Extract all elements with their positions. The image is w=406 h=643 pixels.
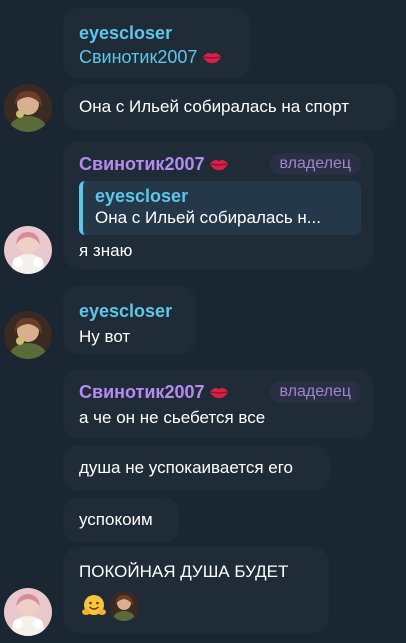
lips-emoji-icon	[203, 53, 222, 64]
sender-name[interactable]: eyescloser	[79, 22, 234, 44]
sender-name[interactable]: eyescloser	[79, 300, 180, 322]
user-avatar-icon	[4, 588, 52, 636]
avatar[interactable]	[4, 226, 52, 274]
user-avatar-icon	[109, 591, 139, 621]
message-text: Ну вот	[79, 327, 131, 346]
lips-emoji-icon	[210, 160, 229, 171]
user-avatar-icon	[4, 84, 52, 132]
reply-quote[interactable]: eyescloser Она с Ильей собиралась н...	[79, 181, 361, 235]
owner-badge: владелец	[269, 153, 361, 175]
avatar[interactable]	[4, 311, 52, 359]
lips-emoji-icon	[210, 388, 229, 399]
user-avatar-icon	[4, 311, 52, 359]
message-text: я знаю	[79, 241, 133, 260]
hugging-face-icon	[82, 595, 106, 615]
message-bubble[interactable]: Свинотик2007 владелец eyescloser Она с И…	[63, 141, 373, 269]
message-bubble[interactable]: душа не успокаивается его	[63, 445, 331, 491]
forwarded-name-label: Свинотик2007	[79, 47, 198, 67]
message-text: успокоим	[79, 510, 153, 529]
message-bubble[interactable]: Она с Ильей собиралась на спорт	[63, 84, 396, 130]
quote-text: Она с Ильей собиралась н...	[95, 208, 321, 227]
message-text: ПОКОЙНАЯ ДУША БУДЕТ	[79, 562, 289, 581]
sender-name-label: Свинотик2007	[79, 154, 205, 174]
message-bubble[interactable]: eyescloser Ну вот	[63, 286, 196, 354]
message-text: Она с Ильей собиралась на спорт	[79, 97, 350, 116]
message-text: душа не успокаивается его	[79, 458, 293, 477]
message-bubble[interactable]: eyescloser Свинотик2007	[63, 8, 250, 78]
avatar[interactable]	[4, 588, 52, 636]
user-avatar-icon	[4, 226, 52, 274]
message-bubble[interactable]: ПОКОЙНАЯ ДУША БУДЕТ	[63, 547, 329, 633]
quote-sender: eyescloser	[95, 186, 189, 206]
sender-name-label: Свинотик2007	[79, 382, 205, 402]
message-bubble[interactable]: успокоим	[63, 497, 179, 543]
user-avatar-reaction-icon[interactable]	[109, 591, 139, 621]
owner-badge: владелец	[269, 381, 361, 403]
message-bubble[interactable]: Свинотик2007 владелец а че он не сьебетс…	[63, 369, 373, 439]
forwarded-name: Свинотик2007	[79, 46, 234, 68]
hugging-face-emoji-icon[interactable]	[79, 591, 109, 621]
message-text: а че он не сьебется все	[79, 408, 266, 427]
avatar[interactable]	[4, 84, 52, 132]
